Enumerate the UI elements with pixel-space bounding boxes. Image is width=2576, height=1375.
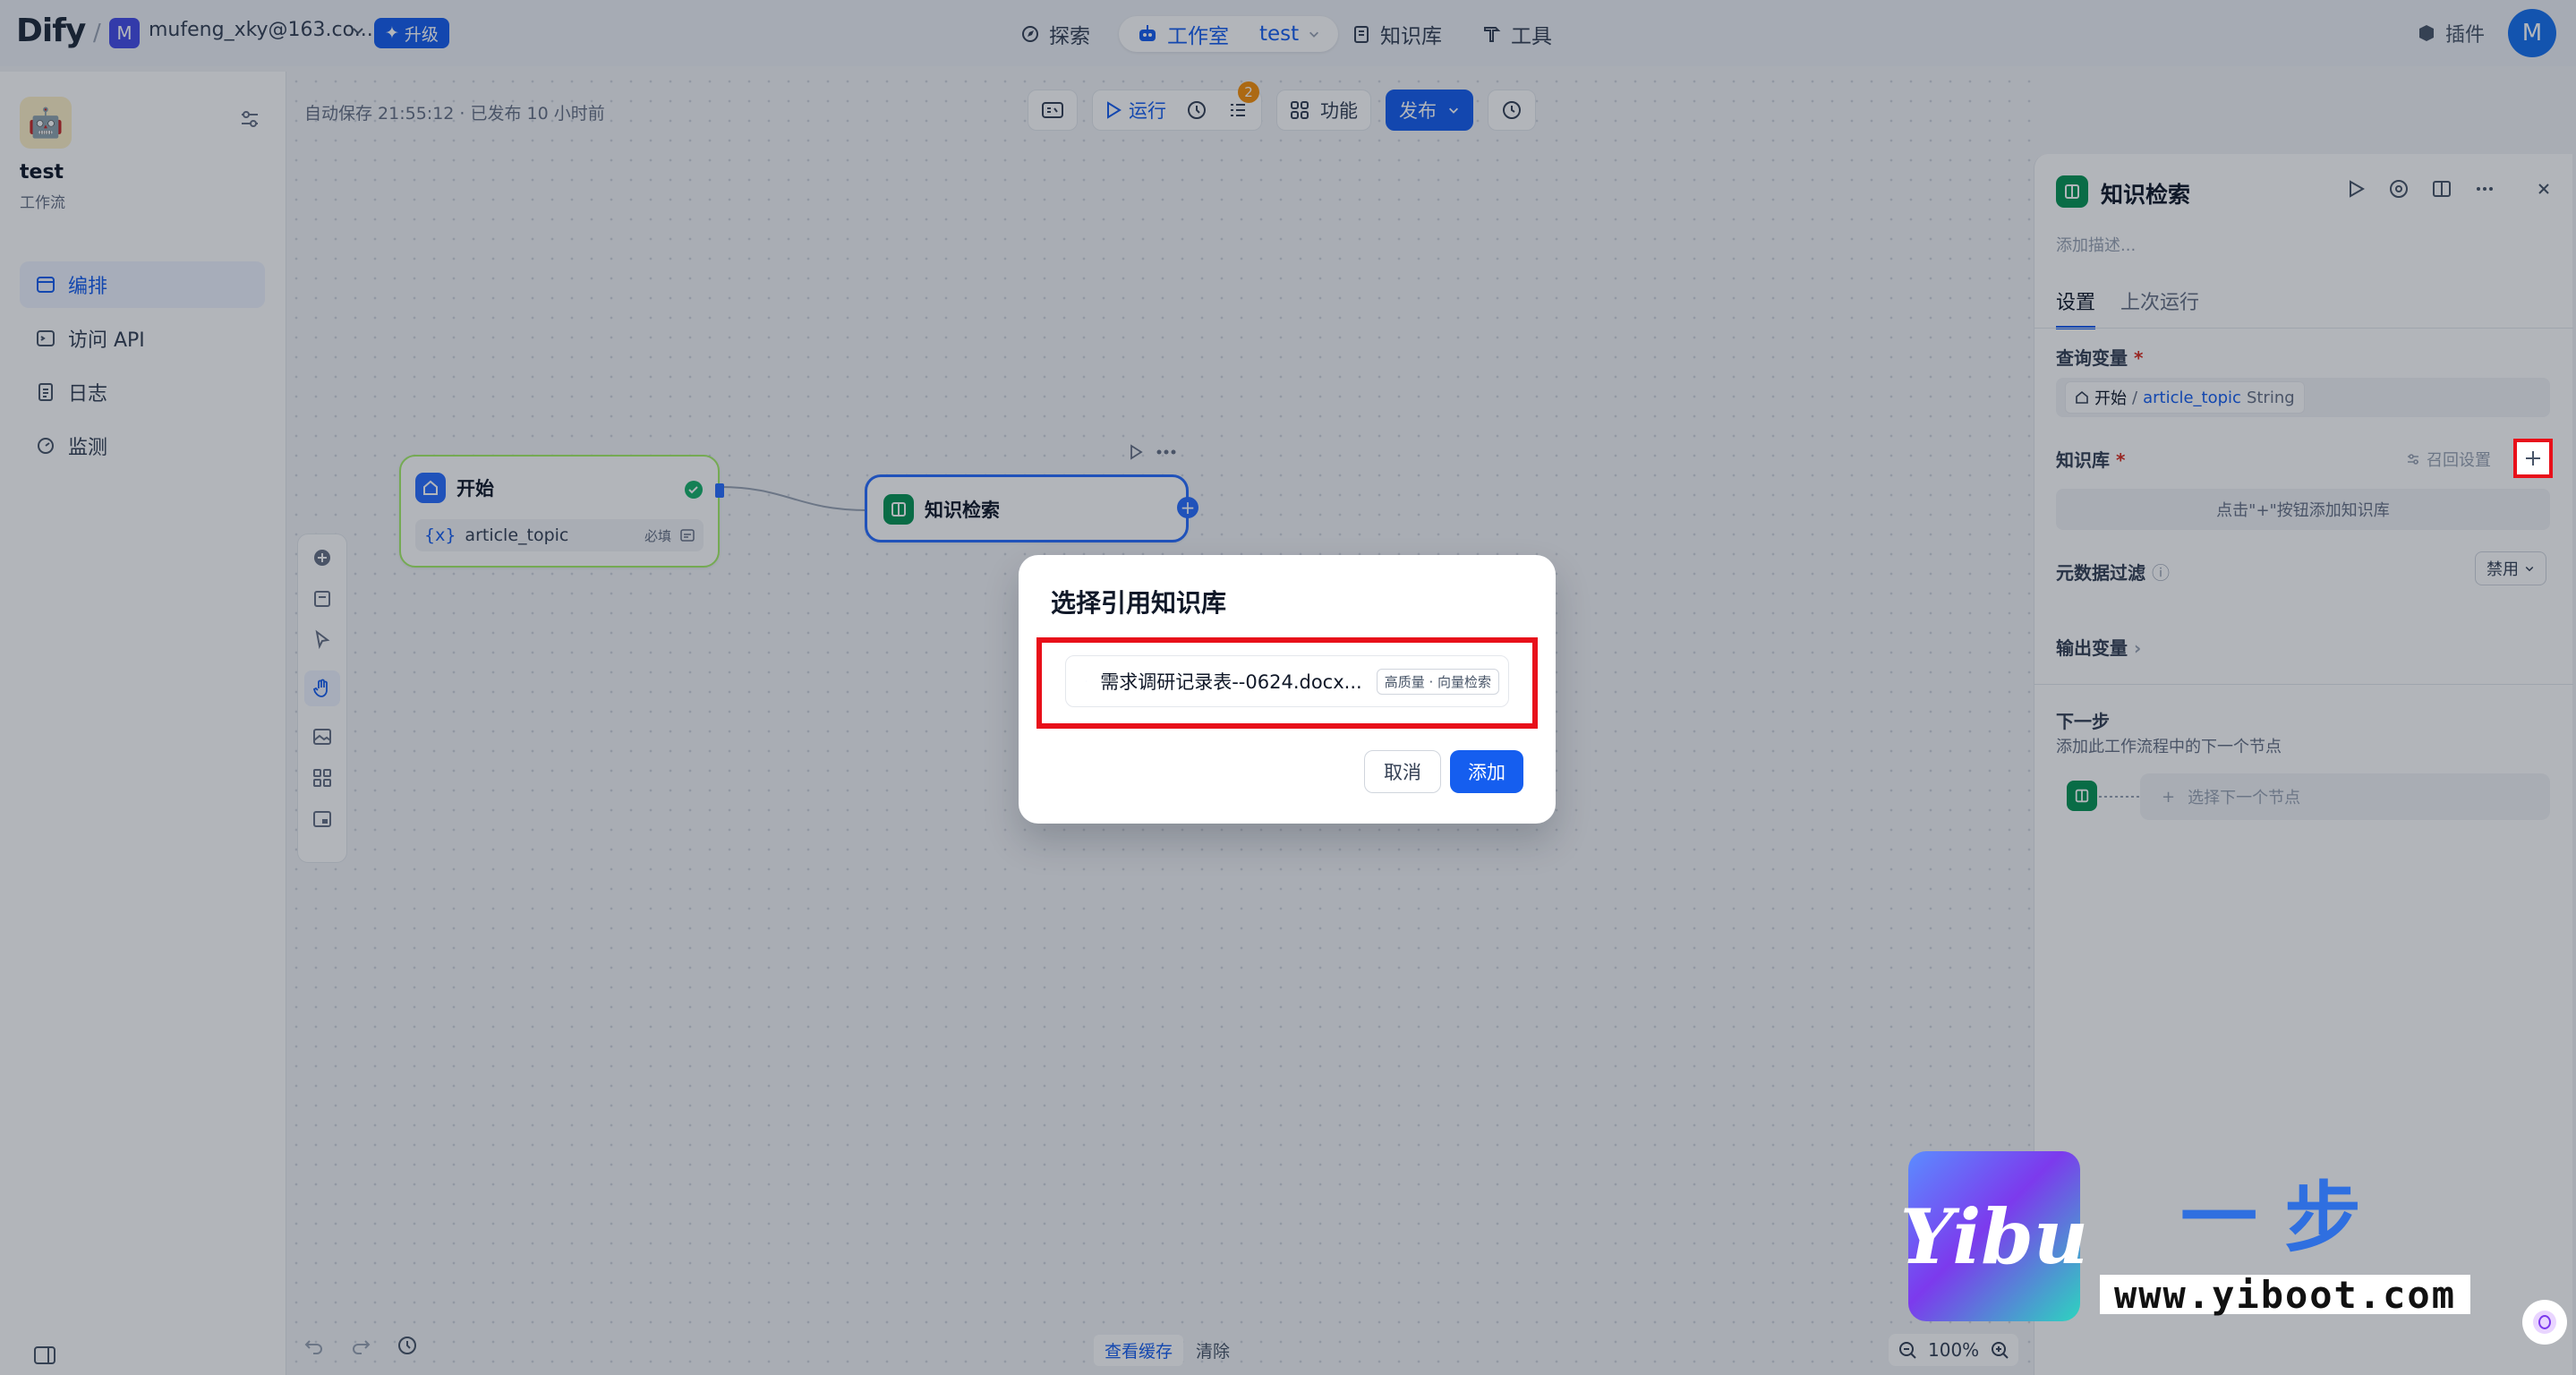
highlight-box: 需求调研记录表--0624.docx... 高质量 · 向量检索 — [1036, 637, 1538, 729]
dialog-title: 选择引用知识库 — [1051, 588, 1227, 618]
plus-icon — [2526, 451, 2540, 465]
knowledge-item[interactable]: 需求调研记录表--0624.docx... 高质量 · 向量检索 — [1065, 655, 1509, 707]
add-button[interactable]: 添加 — [1450, 750, 1523, 793]
yibu-logo-text: Yibu — [1899, 1191, 2089, 1281]
knowledge-item-name: 需求调研记录表--0624.docx... — [1100, 671, 1362, 693]
watermark-url: www.yiboot.com — [2100, 1273, 2470, 1317]
watermark-cn-text: 一步 — [2180, 1173, 2388, 1263]
assistant-brain-icon[interactable] — [2522, 1300, 2567, 1345]
yibu-logo: Yibu — [1900, 1151, 2088, 1321]
knowledge-item-tag: 高质量 · 向量检索 — [1376, 668, 1499, 695]
select-knowledge-dialog: 选择引用知识库 需求调研记录表--0624.docx... 高质量 · 向量检索… — [1019, 555, 1556, 824]
add-knowledge-button[interactable] — [2513, 439, 2553, 478]
cancel-button[interactable]: 取消 — [1364, 750, 1441, 793]
